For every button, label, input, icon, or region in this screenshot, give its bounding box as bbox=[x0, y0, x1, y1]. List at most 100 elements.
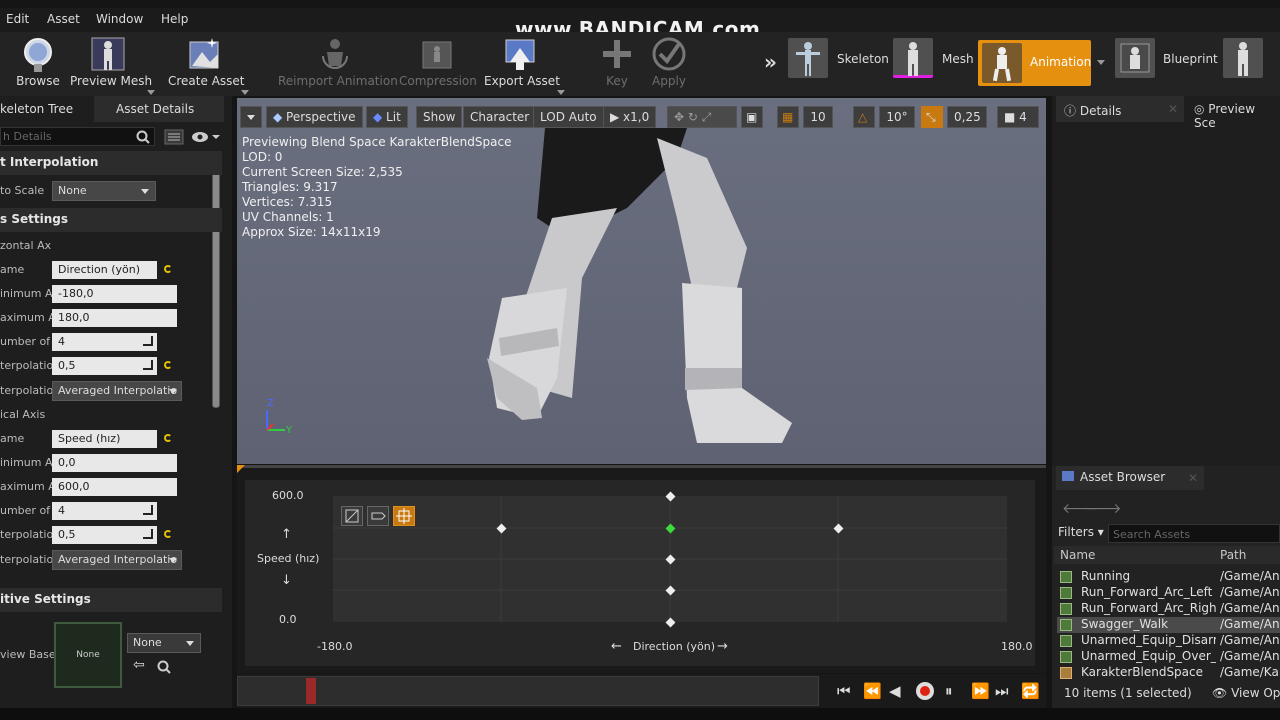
menu-edit[interactable]: Edit bbox=[6, 12, 29, 26]
close-icon[interactable]: ✕ bbox=[1188, 471, 1198, 485]
list-item[interactable]: Running/Game/Ani bbox=[1057, 569, 1280, 585]
grid-snap-toggle[interactable]: ▦ bbox=[777, 106, 799, 128]
step-back-icon[interactable]: ⏪ bbox=[863, 682, 882, 700]
tab-asset-browser[interactable]: Asset Browser ✕ bbox=[1056, 466, 1204, 490]
details-scrollbar[interactable] bbox=[212, 152, 220, 408]
v-interp-time-field[interactable]: 0,5 bbox=[52, 526, 157, 544]
list-item[interactable]: Run_Forward_Arc_Left/Game/Ani bbox=[1057, 585, 1280, 601]
scale-snap-value[interactable]: 0,25 bbox=[947, 106, 987, 128]
view-options-button[interactable]: 👁 View Opt bbox=[1212, 686, 1280, 700]
blendspace-grid-area[interactable]: 600.0 0.0 ↑ Speed (hız) ↓ -180.0 180.0 ←… bbox=[245, 480, 1035, 666]
h-grid-field[interactable]: 4 bbox=[52, 333, 157, 351]
pause-icon[interactable]: ⏸ bbox=[945, 682, 953, 700]
search-icon[interactable] bbox=[157, 660, 171, 674]
h-min-field[interactable]: -180,0 bbox=[52, 285, 177, 303]
h-max-field[interactable]: 180,0 bbox=[52, 309, 177, 327]
surface-snap-button[interactable]: ▣ bbox=[741, 106, 763, 128]
timeline-scrubber[interactable] bbox=[306, 678, 316, 704]
tab-skeleton-tree[interactable]: keleton Tree bbox=[0, 96, 90, 122]
tab-details[interactable]: ⓘ Details ✕ bbox=[1056, 96, 1184, 122]
preview-base-thumbnail[interactable]: None bbox=[54, 622, 122, 688]
preview-mesh-button[interactable]: Preview Mesh bbox=[70, 32, 152, 96]
playback-speed-button[interactable]: ▶ x1,0 bbox=[603, 106, 657, 128]
record-button[interactable] bbox=[916, 682, 934, 700]
list-item[interactable]: KarakterBlendSpace/Game/Kar bbox=[1057, 665, 1280, 681]
show-button[interactable]: Show bbox=[416, 106, 463, 128]
close-icon[interactable]: ✕ bbox=[1168, 102, 1178, 116]
mode-skeleton[interactable]: Skeleton bbox=[788, 38, 889, 86]
list-view-icon[interactable] bbox=[164, 129, 184, 145]
mode-mesh[interactable]: Mesh bbox=[893, 38, 975, 86]
transform-tools[interactable]: ✥ ↻ ⤢ bbox=[667, 106, 737, 128]
preview-viewport[interactable]: ◆ Perspective ◆ Lit Show Character LOD A… bbox=[237, 98, 1046, 464]
character-button[interactable]: Character bbox=[463, 106, 537, 128]
angle-snap-toggle[interactable]: △ bbox=[853, 106, 875, 128]
key-button[interactable]: Key bbox=[596, 32, 638, 96]
list-item-selected[interactable]: Swagger_Walk/Game/Ani bbox=[1057, 617, 1280, 633]
section-additive-settings[interactable]: itive Settings bbox=[0, 588, 222, 612]
h-interp-type-dropdown[interactable]: Averaged Interpolatio bbox=[52, 381, 182, 401]
col-name[interactable]: Name bbox=[1060, 548, 1095, 562]
v-name-field[interactable]: Speed (hız) bbox=[52, 430, 157, 448]
loop-icon[interactable]: 🔁 bbox=[1021, 682, 1040, 700]
skip-to-start-icon[interactable]: ⏮ bbox=[837, 682, 851, 700]
section-axis-settings[interactable]: s Settings bbox=[0, 208, 222, 232]
fit-view-toggle[interactable] bbox=[393, 506, 415, 526]
reset-icon[interactable] bbox=[164, 530, 172, 538]
reset-icon[interactable] bbox=[164, 361, 172, 369]
angle-snap-value[interactable]: 10° bbox=[879, 106, 915, 128]
asset-search-input[interactable]: Search Assets bbox=[1108, 524, 1280, 543]
chevron-down-icon[interactable] bbox=[1097, 60, 1105, 65]
v-grid-field[interactable]: 4 bbox=[52, 502, 157, 520]
camera-speed-button[interactable]: ■ 4 bbox=[997, 106, 1039, 128]
apply-button[interactable]: Apply bbox=[648, 32, 690, 96]
menu-help[interactable]: Help bbox=[161, 12, 188, 26]
mode-blueprint[interactable]: Blueprint bbox=[1115, 38, 1220, 86]
chevron-down-icon[interactable] bbox=[147, 90, 155, 95]
eye-icon[interactable] bbox=[190, 131, 220, 143]
h-name-field[interactable]: Direction (yön) bbox=[52, 261, 157, 279]
perspective-button[interactable]: ◆ Perspective bbox=[266, 106, 363, 128]
export-asset-button[interactable]: Export Asset bbox=[484, 32, 560, 96]
skip-to-end-icon[interactable]: ⏭ bbox=[995, 682, 1009, 700]
create-asset-button[interactable]: Create Asset bbox=[168, 32, 245, 96]
chevron-down-icon[interactable] bbox=[557, 90, 565, 95]
reset-icon[interactable] bbox=[164, 265, 172, 273]
details-search-input[interactable]: h Details bbox=[0, 127, 155, 146]
triangulation-toggle[interactable] bbox=[341, 506, 363, 526]
v-max-field[interactable]: 600,0 bbox=[52, 478, 177, 496]
mode-animation[interactable]: Animation bbox=[978, 40, 1091, 86]
tab-asset-details[interactable]: Asset Details bbox=[94, 96, 224, 122]
list-item[interactable]: Unarmed_Equip_Disarm_/Game/Ani bbox=[1057, 633, 1280, 649]
step-forward-icon[interactable]: ⏩ bbox=[971, 682, 990, 700]
list-item[interactable]: Run_Forward_Arc_Right/Game/Ani bbox=[1057, 601, 1280, 617]
viewport-options-button[interactable] bbox=[240, 106, 262, 128]
scale-dropdown[interactable]: None bbox=[52, 181, 156, 201]
tab-preview-scene[interactable]: ◎ Preview Sce bbox=[1186, 96, 1280, 130]
arrow-left-icon[interactable]: ⇦ bbox=[133, 657, 145, 673]
reset-icon[interactable] bbox=[164, 434, 172, 442]
grid-snap-value[interactable]: 10 bbox=[803, 106, 833, 128]
lod-button[interactable]: LOD Auto bbox=[533, 106, 604, 128]
play-reverse-icon[interactable]: ◀ bbox=[889, 682, 901, 700]
menu-window[interactable]: Window bbox=[96, 12, 143, 26]
reimport-animation-button[interactable]: Reimport Animation bbox=[278, 32, 398, 96]
h-interp-time-field[interactable]: 0,5 bbox=[52, 357, 157, 375]
timeline-track[interactable] bbox=[237, 676, 819, 706]
menu-asset[interactable]: Asset bbox=[47, 12, 80, 26]
lit-button[interactable]: ◆ Lit bbox=[366, 106, 408, 128]
compression-button[interactable]: Compression bbox=[399, 32, 477, 96]
v-min-field[interactable]: 0,0 bbox=[52, 454, 177, 472]
list-item[interactable]: Unarmed_Equip_Over_Sh/Game/Ani bbox=[1057, 649, 1280, 665]
overflow-chevrons-icon[interactable]: » bbox=[764, 50, 777, 74]
label-toggle[interactable] bbox=[367, 506, 389, 526]
v-interp-type-dropdown[interactable]: Averaged Interpolatio bbox=[52, 550, 182, 570]
section-input-interpolation[interactable]: t Interpolation bbox=[0, 151, 222, 175]
filters-button[interactable]: Filters ▾ bbox=[1058, 525, 1104, 539]
preview-base-dropdown[interactable]: None bbox=[127, 633, 201, 653]
forward-arrow-icon[interactable]: 🡒 bbox=[1084, 500, 1122, 517]
chevron-down-icon[interactable] bbox=[241, 90, 249, 95]
col-path[interactable]: Path bbox=[1220, 548, 1246, 562]
mode-physics[interactable] bbox=[1223, 38, 1280, 86]
browse-button[interactable]: Browse bbox=[14, 32, 62, 96]
